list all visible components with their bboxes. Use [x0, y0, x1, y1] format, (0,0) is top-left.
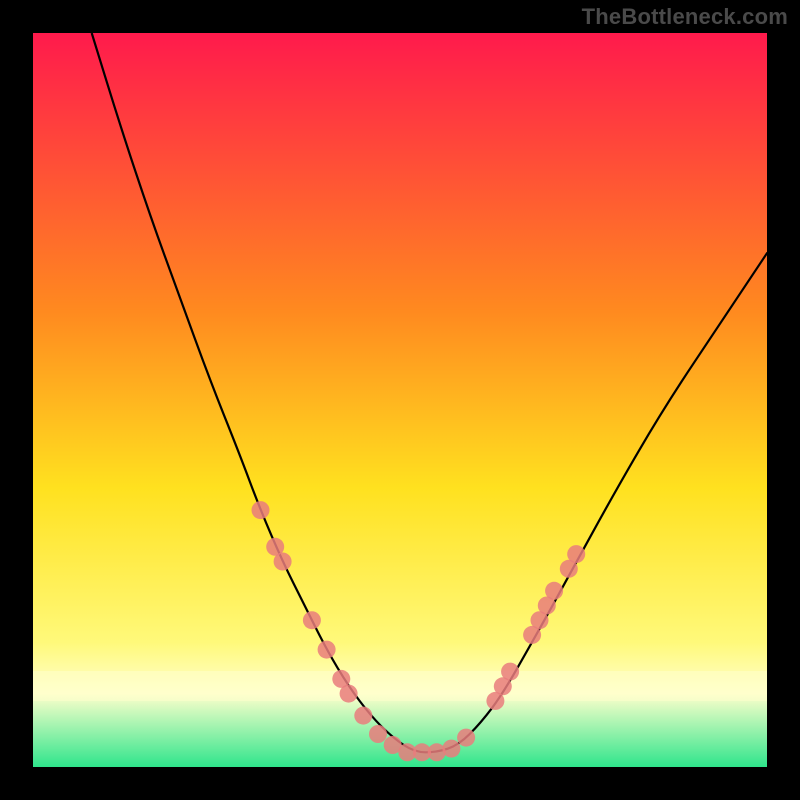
marker-dot — [442, 740, 460, 758]
marker-dot — [545, 582, 563, 600]
marker-dot — [252, 501, 270, 519]
marker-dot — [567, 545, 585, 563]
plot-area — [33, 33, 767, 767]
marker-dot — [501, 663, 519, 681]
marker-dot — [274, 553, 292, 571]
pale-band — [33, 671, 767, 701]
gradient-background — [33, 33, 767, 767]
chart-frame: TheBottleneck.com — [0, 0, 800, 800]
marker-dot — [318, 641, 336, 659]
watermark-text: TheBottleneck.com — [582, 4, 788, 30]
marker-dot — [340, 685, 358, 703]
chart-svg — [33, 33, 767, 767]
marker-dot — [457, 729, 475, 747]
marker-dot — [369, 725, 387, 743]
marker-dot — [354, 707, 372, 725]
marker-dot — [303, 611, 321, 629]
